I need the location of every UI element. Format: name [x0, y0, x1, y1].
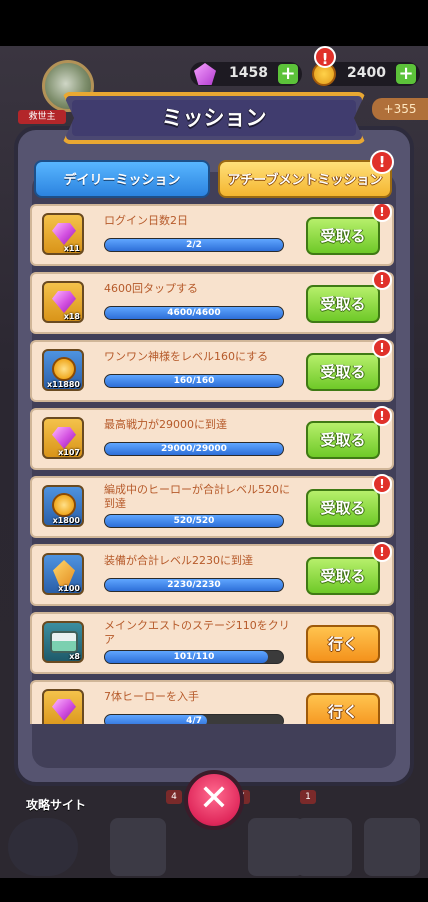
menu-badge: 4	[166, 790, 182, 804]
reward-qty: x8	[69, 652, 80, 661]
modal-title: ミッション	[161, 106, 267, 130]
mission-label: ワンワン神様をレベル160にする	[104, 350, 269, 363]
rank-tag: 救世主	[18, 110, 66, 124]
reward-icon-frame: x8	[42, 621, 84, 663]
progress-text: 160/160	[173, 376, 215, 386]
coin-icon	[52, 493, 76, 517]
mission-label: メインクエストのステージ110をクリア	[104, 619, 290, 646]
menu-badge: 1	[300, 790, 316, 804]
reward-icon-frame: x11880	[42, 349, 84, 391]
status-bar	[0, 0, 428, 46]
coin-icon	[52, 357, 76, 381]
progress-bar: 2/2	[104, 238, 284, 252]
gem-count: 1458	[229, 65, 268, 81]
gem-counter: 1458 +	[190, 62, 302, 86]
hero-menu-icon[interactable]	[110, 818, 166, 876]
strategy-site-label[interactable]: 攻略サイト	[26, 796, 86, 813]
strategy-site-icon[interactable]	[8, 818, 78, 876]
claim-alert-badge: !	[372, 204, 392, 222]
progress-bar: 101/110	[104, 650, 284, 664]
coin-count: 2400	[347, 65, 386, 81]
mission-row: x11880 ワンワン神様をレベル160にする 160/160 受取る !	[30, 338, 394, 402]
claim-button[interactable]: 受取る	[306, 557, 380, 595]
reward-icon-frame: x1800	[42, 485, 84, 527]
mission-list[interactable]: x11 ログイン日数2日 2/2 受取る ! x18 4600回タップする 46…	[30, 204, 400, 724]
reward-qty: x11	[63, 244, 80, 253]
add-gems-button[interactable]: +	[278, 64, 298, 84]
mission-label: 4600回タップする	[104, 282, 198, 295]
mission-row: x100 装備が合計レベル2230に到達 2230/2230 受取る !	[30, 542, 394, 606]
progress-bar: 4600/4600	[104, 306, 284, 320]
progress-text: 4/7	[186, 716, 202, 724]
progress-text: 2/2	[186, 240, 202, 250]
progress-text: 2230/2230	[167, 580, 221, 590]
reward-icon-frame: x11	[42, 213, 84, 255]
add-coins-button[interactable]: +	[396, 64, 416, 84]
claim-alert-badge: !	[372, 270, 392, 290]
coin-alert-badge: !	[314, 46, 336, 68]
reward-icon-frame: x100	[42, 553, 84, 595]
progress-bar: 2230/2230	[104, 578, 284, 592]
bottom-black-bar	[0, 878, 428, 902]
reward-icon-frame: x18	[42, 281, 84, 323]
reward-icon-frame	[42, 689, 84, 724]
reward-qty: x107	[58, 448, 80, 457]
reward-qty: x11880	[47, 380, 80, 389]
achievement-tab-alert-badge: !	[370, 150, 394, 174]
progress-bar: 520/520	[104, 514, 284, 528]
gem-icon	[52, 427, 76, 449]
boss-menu-icon[interactable]	[364, 818, 420, 876]
go-button[interactable]: 行く	[306, 625, 380, 663]
mission-row: x18 4600回タップする 4600/4600 受取る !	[30, 270, 394, 334]
bonus-tag: +355	[372, 98, 428, 120]
claim-button[interactable]: 受取る	[306, 353, 380, 391]
mission-row: x8 メインクエストのステージ110をクリア 101/110 行く	[30, 612, 394, 674]
progress-text: 29000/29000	[161, 444, 227, 454]
tab-daily-mission[interactable]: デイリーミッション	[34, 160, 210, 198]
progress-bar: 160/160	[104, 374, 284, 388]
gem-icon	[52, 699, 76, 721]
mission-row: x107 最高戦力が29000に到達 29000/29000 受取る !	[30, 406, 394, 470]
go-button[interactable]: 行く	[306, 693, 380, 724]
gem-icon	[194, 63, 216, 85]
reward-icon-frame: x107	[42, 417, 84, 459]
progress-bar: 29000/29000	[104, 442, 284, 456]
gem-icon	[52, 291, 76, 313]
mission-label: 編成中のヒーローが合計レベル520に到達	[104, 483, 290, 510]
mission-label: 装備が合計レベル2230に到達	[104, 554, 253, 567]
close-button[interactable]: ✕	[184, 770, 244, 830]
claim-alert-badge: !	[372, 406, 392, 426]
mission-label: ログイン日数2日	[104, 214, 188, 227]
progress-text: 520/520	[173, 516, 215, 526]
claim-button[interactable]: 受取る	[306, 421, 380, 459]
reward-qty: x18	[63, 312, 80, 321]
claim-alert-badge: !	[372, 474, 392, 494]
equipment-shard-icon	[53, 560, 75, 586]
gem-icon	[52, 223, 76, 245]
progress-text: 4600/4600	[167, 308, 221, 318]
claim-button[interactable]: 受取る	[306, 217, 380, 255]
mission-row: 7体ヒーローを入手 4/7 行く	[30, 680, 394, 724]
reward-qty: x100	[58, 584, 80, 593]
mission-row: x11 ログイン日数2日 2/2 受取る !	[30, 204, 394, 266]
reward-qty: x1800	[52, 516, 80, 525]
mission-label: 最高戦力が29000に到達	[104, 418, 227, 431]
progress-text: 101/110	[173, 652, 215, 662]
chest-icon	[50, 631, 78, 653]
progress-bar: 4/7	[104, 714, 284, 724]
mission-row: x1800 編成中のヒーローが合計レベル520に到達 520/520 受取る !	[30, 474, 394, 538]
claim-alert-badge: !	[372, 338, 392, 358]
mission-label: 7体ヒーローを入手	[104, 690, 199, 703]
claim-button[interactable]: 受取る	[306, 285, 380, 323]
claim-button[interactable]: 受取る	[306, 489, 380, 527]
equipment-menu-icon[interactable]	[296, 818, 352, 876]
claim-alert-badge: !	[372, 542, 392, 562]
tab-achievement-mission[interactable]: アチーブメントミッション	[218, 160, 392, 198]
